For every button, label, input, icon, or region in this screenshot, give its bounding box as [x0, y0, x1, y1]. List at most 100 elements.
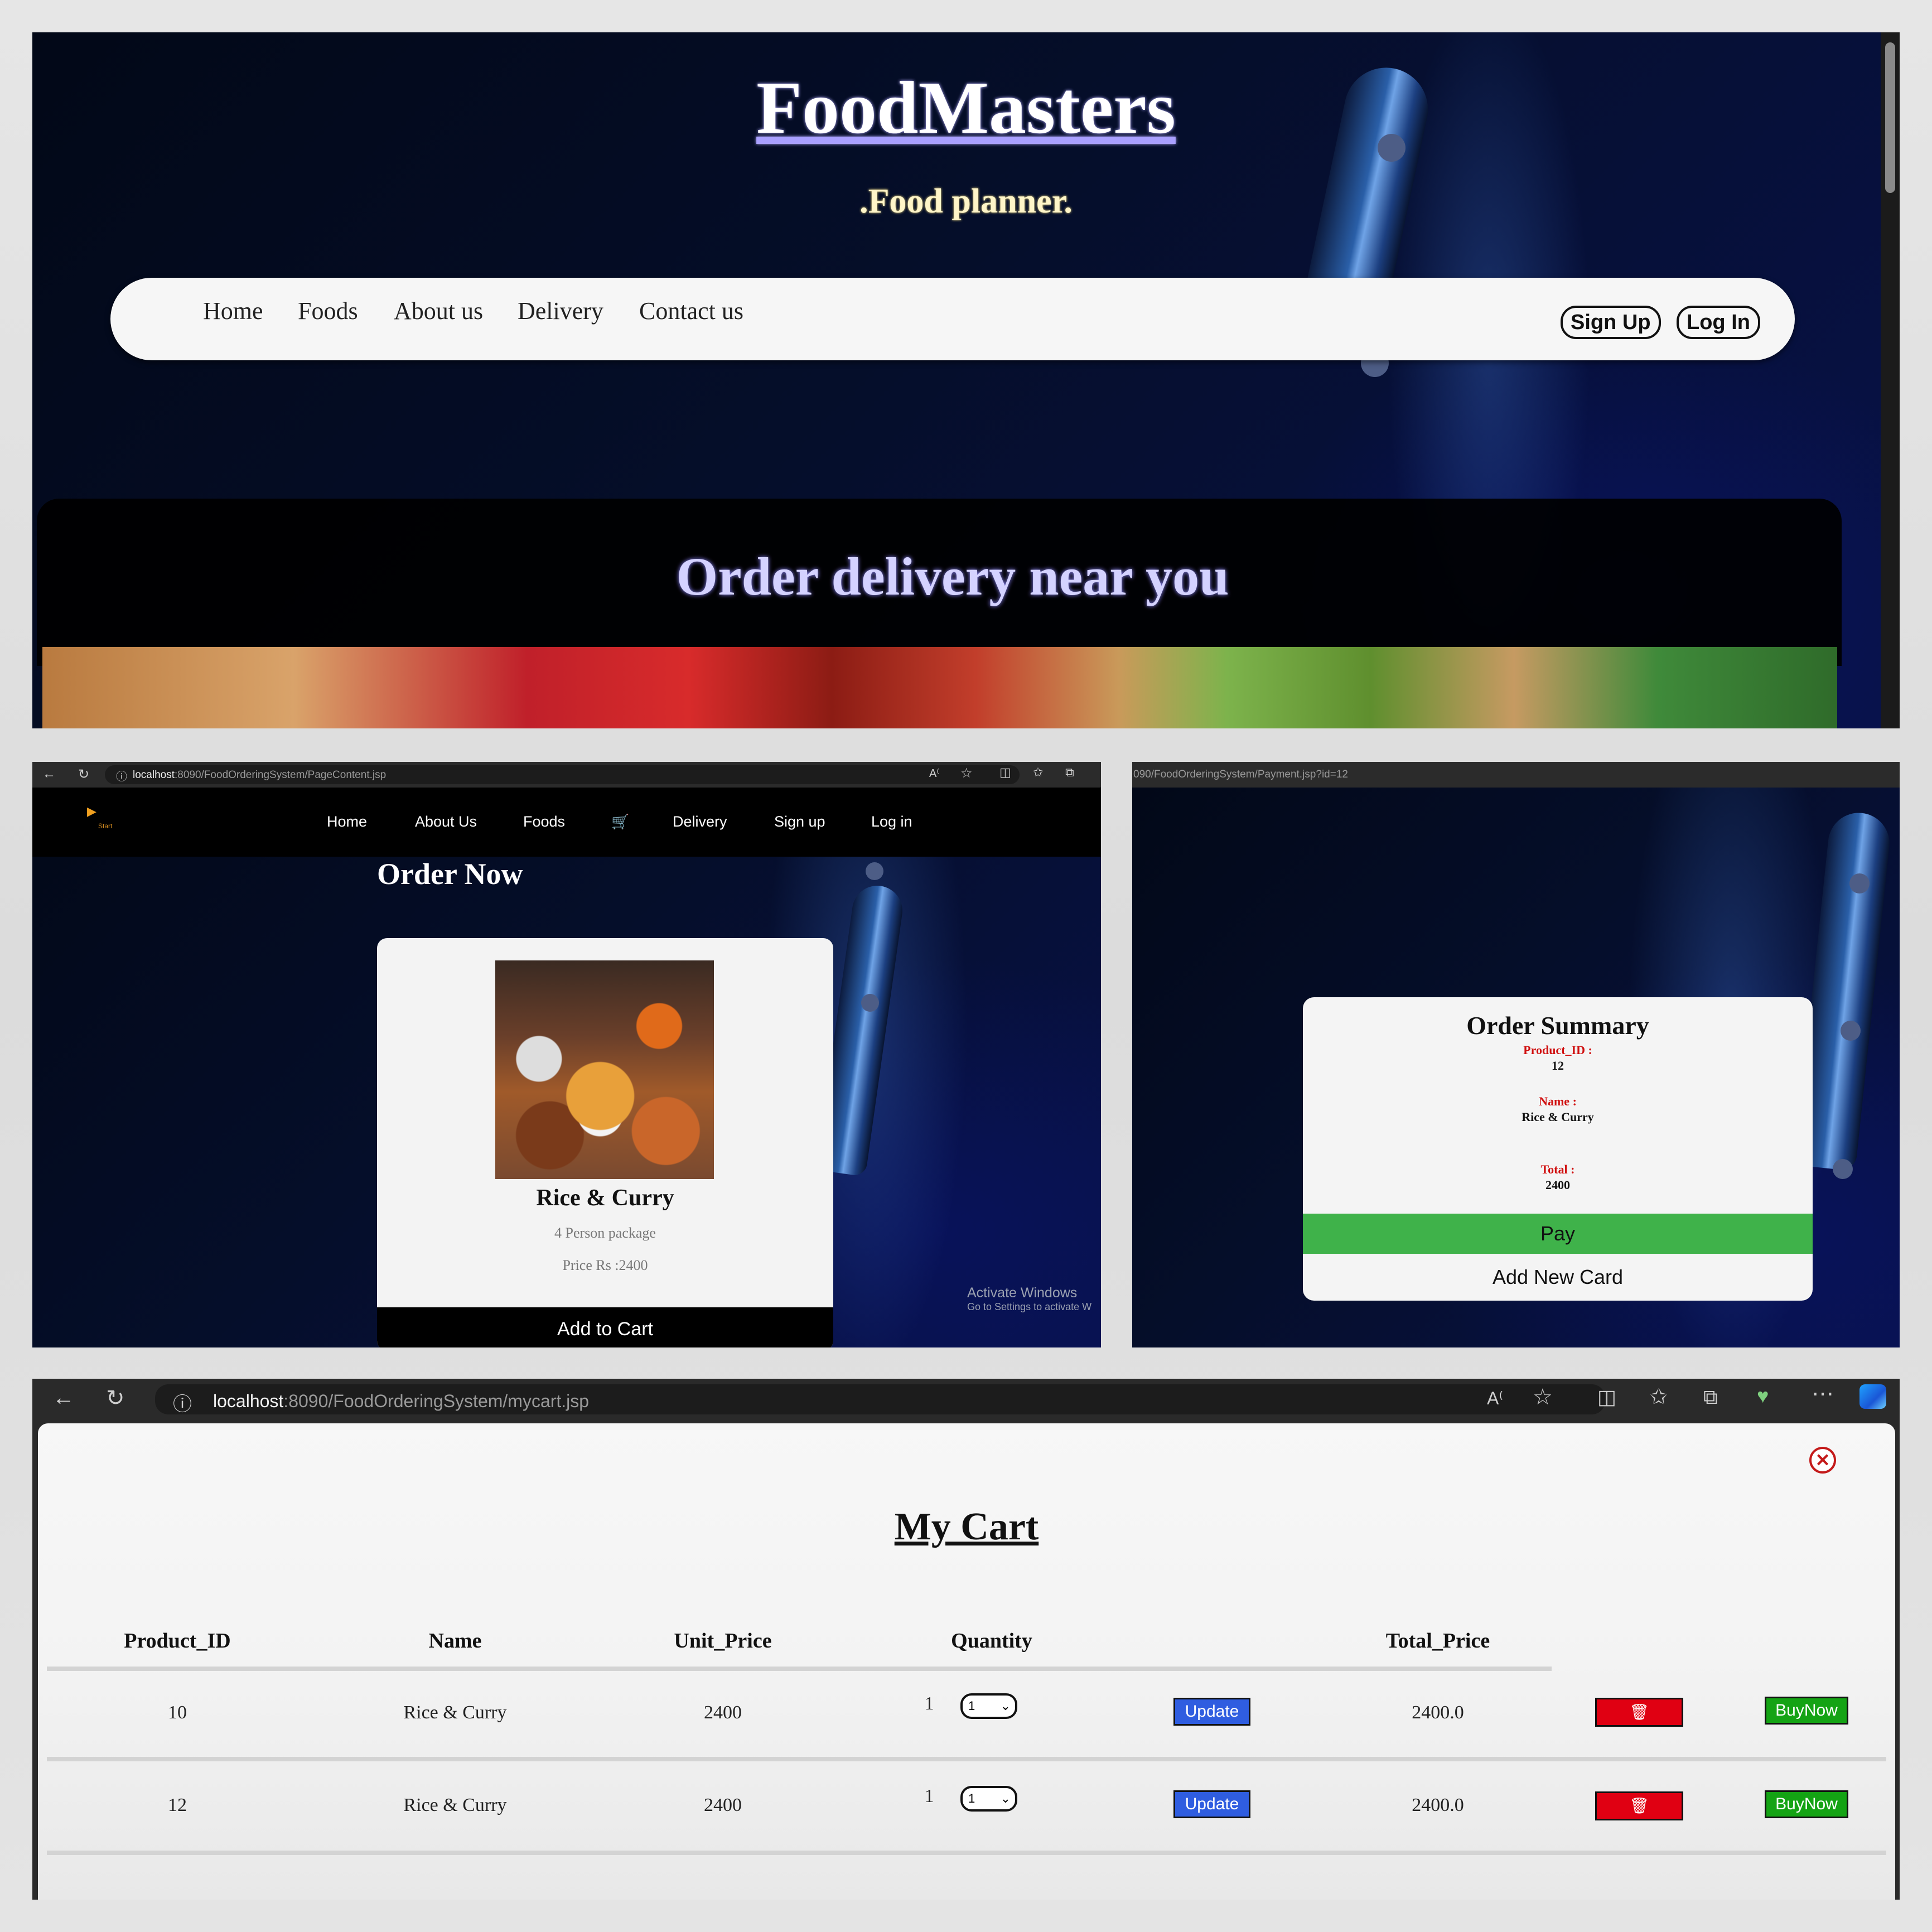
pay-button[interactable]: Pay — [1303, 1214, 1813, 1254]
nav-home[interactable]: Home — [203, 297, 263, 325]
buy-now-button[interactable]: BuyNow — [1765, 1790, 1848, 1818]
knife-rivet — [1833, 1159, 1853, 1179]
cart-page-screenshot: ← ↻ ⓘ localhost:8090/FoodOrderingSystem/… — [32, 1379, 1900, 1900]
star-icon[interactable]: ☆ — [1533, 1384, 1553, 1410]
info-icon: ⓘ — [116, 771, 127, 783]
read-aloud-icon[interactable]: A⁽ — [929, 766, 939, 780]
browser-toolbar: ← ↻ ⓘ localhost:8090/FoodOrderingSystem/… — [32, 762, 1101, 788]
header-divider — [47, 1667, 1552, 1671]
chevron-down-icon: ⌄ — [1000, 1791, 1011, 1805]
cell-product-id: 12 — [168, 1795, 187, 1815]
cart-panel: ✕ My Cart Product_ID Name Unit_Price Qua… — [38, 1423, 1895, 1900]
nav-delivery[interactable]: Delivery — [673, 813, 727, 830]
nav-foods[interactable]: Foods — [523, 813, 565, 830]
logo-icon[interactable]: ▶ — [87, 804, 96, 819]
nav-foods[interactable]: Foods — [298, 297, 358, 325]
cell-total-price: 2400.0 — [1412, 1702, 1464, 1723]
product-id-label: Product_ID : — [1523, 1043, 1592, 1057]
watermark-title: Activate Windows — [967, 1285, 1078, 1301]
address-bar[interactable]: ⓘ localhost:8090/FoodOrderingSystem/myca… — [155, 1384, 1605, 1415]
main-navbar: Home Foods About us Delivery Contact us … — [110, 278, 1795, 360]
favorites-icon[interactable]: ✩ — [1650, 1384, 1668, 1409]
collections-icon[interactable]: ⧉ — [1065, 765, 1074, 780]
logo-text: Start — [98, 822, 113, 830]
quantity-select[interactable]: 1 ⌄ — [960, 1693, 1017, 1719]
browser-toolbar: ← ↻ ⓘ localhost:8090/FoodOrderingSystem/… — [32, 1379, 1900, 1420]
cell-unit-price: 2400 — [704, 1702, 742, 1723]
star-icon[interactable]: ☆ — [960, 765, 973, 781]
total-label: Total : — [1540, 1162, 1575, 1176]
add-new-card-button[interactable]: Add New Card — [1303, 1257, 1813, 1297]
landing-screenshot: FoodMasters .Food planner. Home Foods Ab… — [32, 32, 1900, 728]
site-navbar: ▶ Start Home About Us Foods 🛒 Delivery S… — [32, 788, 1101, 857]
nav-home[interactable]: Home — [327, 813, 367, 830]
product-id-value: 12 — [1552, 1059, 1564, 1073]
cell-name: Rice & Curry — [403, 1795, 507, 1815]
url-text: localhost:8090/FoodOrderingSystem/PageCo… — [133, 769, 387, 781]
buy-now-button[interactable]: BuyNow — [1765, 1697, 1848, 1725]
nav-delivery[interactable]: Delivery — [518, 297, 603, 325]
update-button[interactable]: Update — [1173, 1790, 1250, 1818]
payment-page-screenshot: 090/FoodOrderingSystem/Payment.jsp?id=12… — [1132, 762, 1900, 1347]
cell-product-id: 10 — [168, 1702, 187, 1723]
close-icon[interactable]: ✕ — [1809, 1447, 1836, 1474]
knife-rivet — [861, 994, 879, 1012]
col-header-total-price: Total_Price — [1385, 1629, 1490, 1653]
cell-name: Rice & Curry — [403, 1702, 507, 1723]
more-icon[interactable]: ⋯ — [1812, 1381, 1834, 1407]
order-page-screenshot: ← ↻ ⓘ localhost:8090/FoodOrderingSystem/… — [32, 762, 1101, 1347]
nav-about[interactable]: About us — [394, 297, 483, 325]
order-summary-card: Order Summary Product_ID : 12 Name : Ric… — [1303, 997, 1813, 1301]
product-name: Rice & Curry — [536, 1185, 674, 1211]
quantity-select[interactable]: 1 ⌄ — [960, 1786, 1017, 1812]
address-bar[interactable]: ⓘ localhost:8090/FoodOrderingSystem/Page… — [105, 765, 1020, 784]
back-arrow-icon[interactable]: ← — [42, 766, 56, 782]
back-arrow-icon[interactable]: ← — [52, 1385, 75, 1411]
total-value: 2400 — [1545, 1178, 1570, 1192]
windows-watermark: Activate Windows Go to Settings to activ… — [967, 1285, 1091, 1313]
cell-quantity: 1 — [924, 1693, 934, 1714]
browser-toolbar: 090/FoodOrderingSystem/Payment.jsp?id=12 — [1132, 762, 1900, 788]
order-now-heading: Order Now — [377, 857, 523, 891]
name-value: Rice & Curry — [1522, 1110, 1594, 1124]
scrollbar[interactable] — [1881, 32, 1900, 728]
cart-title: My Cart — [894, 1505, 1039, 1548]
split-screen-icon[interactable]: ◫ — [1597, 1385, 1616, 1409]
scrollbar-thumb[interactable] — [1885, 42, 1895, 193]
product-image[interactable] — [495, 960, 714, 1179]
cell-quantity: 1 — [924, 1786, 934, 1807]
brand-title[interactable]: FoodMasters — [32, 65, 1900, 151]
knife-rivet — [1841, 1021, 1861, 1041]
delete-button[interactable]: 🗑 — [1595, 1791, 1683, 1820]
add-to-cart-button[interactable]: Add to Cart — [377, 1307, 833, 1347]
refresh-icon[interactable]: ↻ — [78, 766, 89, 783]
hero-heading: Order delivery near you — [676, 547, 1229, 606]
delete-button[interactable]: 🗑 — [1595, 1698, 1683, 1727]
tagline: .Food planner. — [859, 182, 1073, 220]
knife-rivet — [1849, 873, 1870, 893]
log-in-button[interactable]: Log In — [1677, 306, 1760, 339]
favorites-icon[interactable]: ✩ — [1033, 765, 1043, 780]
info-icon: ⓘ — [173, 1394, 192, 1415]
url-text: localhost:8090/FoodOrderingSystem/mycart… — [213, 1391, 590, 1411]
split-screen-icon[interactable]: ◫ — [999, 765, 1011, 780]
sign-up-button[interactable]: Sign Up — [1561, 306, 1661, 339]
collections-icon[interactable]: ⧉ — [1703, 1385, 1718, 1409]
nav-contact[interactable]: Contact us — [639, 297, 743, 325]
copilot-icon[interactable] — [1859, 1384, 1886, 1409]
nav-signup[interactable]: Sign up — [774, 813, 825, 830]
col-header-quantity: Quantity — [951, 1629, 1032, 1653]
cell-total-price: 2400.0 — [1412, 1795, 1464, 1815]
cell-unit-price: 2400 — [704, 1795, 742, 1815]
heartbeat-icon[interactable]: ♥ — [1757, 1384, 1769, 1408]
nav-login[interactable]: Log in — [871, 813, 912, 830]
url-text[interactable]: 090/FoodOrderingSystem/Payment.jsp?id=12 — [1133, 769, 1348, 781]
trash-icon: 🗑 — [1629, 1703, 1649, 1721]
name-label: Name : — [1539, 1094, 1577, 1108]
cart-icon[interactable]: 🛒 — [611, 813, 629, 830]
nav-about[interactable]: About Us — [415, 813, 477, 830]
trash-icon: 🗑 — [1629, 1796, 1649, 1815]
update-button[interactable]: Update — [1173, 1698, 1250, 1726]
read-aloud-icon[interactable]: A⁽ — [1487, 1388, 1503, 1409]
refresh-icon[interactable]: ↻ — [106, 1385, 125, 1411]
